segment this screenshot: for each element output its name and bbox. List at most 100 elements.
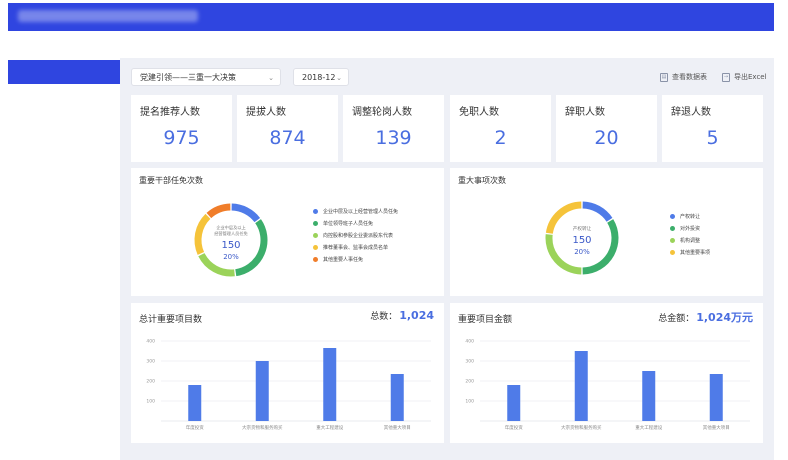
legend-label: 产权转让: [680, 214, 701, 220]
bar[interactable]: [188, 385, 202, 421]
sidebar: [8, 31, 120, 460]
bar[interactable]: [255, 361, 269, 421]
x-tick-label: 重大工程建设: [635, 424, 662, 431]
stat-value: 874: [269, 127, 306, 149]
legend-label: 推荐董事会、监事会成员名单: [323, 245, 389, 251]
appointments-panel: 重要干部任免次数 企业中层及以上 经营管理人员任免 150 20% 企业中层及以…: [131, 168, 444, 296]
total-value: 1,024万元: [696, 311, 753, 324]
donut-slice[interactable]: [206, 203, 231, 219]
legend-item: 其他重要人事任免: [313, 254, 398, 266]
donut-slice[interactable]: [231, 203, 261, 223]
legend-item: 企业中层及以上经营管理人员任免: [313, 206, 398, 218]
legend-item: 对外投资: [670, 223, 710, 235]
bar[interactable]: [390, 374, 404, 421]
total-label: 总数：: [370, 312, 398, 322]
stat-card-nominated: 提名推荐人数 975: [131, 95, 232, 162]
stat-value: 139: [375, 127, 412, 149]
stat-value: 20: [594, 127, 619, 149]
x-tick-label: 其他重大项目: [703, 424, 730, 431]
stat-value: 5: [706, 127, 719, 149]
stat-card-rotated: 调整轮岗人数 139: [343, 95, 444, 162]
category-select[interactable]: 党建引领——三重一大决策 ⌄: [131, 68, 281, 86]
legend-label: 其他重要事项: [680, 250, 711, 256]
category-select-value: 党建引领——三重一大决策: [140, 73, 236, 82]
total-amount-summary: 总金额： 1,024万元: [658, 309, 753, 325]
stat-value: 975: [163, 127, 200, 149]
stat-card-dismissed: 辞退人数 5: [662, 95, 763, 162]
export-icon: →: [722, 72, 730, 82]
export-excel-label: 导出Excel: [734, 73, 767, 81]
panel-title: 总计重要项目数: [139, 315, 203, 325]
bar[interactable]: [574, 351, 588, 421]
total-label: 总金额：: [658, 314, 695, 324]
stat-label: 提拔人数: [246, 107, 286, 118]
x-tick-label: 其他重大项目: [384, 424, 411, 431]
y-tick-label: 200: [146, 379, 155, 385]
y-tick-label: 100: [465, 399, 474, 405]
donut-slice[interactable]: [582, 201, 613, 222]
legend-dot: [313, 233, 318, 238]
stat-card-promoted: 提拔人数 874: [237, 95, 338, 162]
chevron-down-icon: ⌄: [268, 74, 274, 82]
legend-dot: [313, 245, 318, 250]
stat-value: 2: [494, 127, 507, 149]
sub-header: [120, 31, 774, 58]
table-icon: ▤: [660, 72, 668, 82]
stat-label: 辞职人数: [565, 107, 605, 118]
stat-label: 调整轮岗人数: [352, 107, 412, 118]
donut-center-value: 150: [221, 240, 240, 251]
app-logo[interactable]: [18, 10, 198, 22]
legend-label: 向控股和参股企业委派股东代表: [323, 233, 394, 239]
legend-label: 其他重要人事任免: [323, 257, 364, 263]
legend-item: 向控股和参股企业委派股东代表: [313, 230, 398, 242]
view-data-table-label: 查看数据表: [672, 73, 707, 81]
export-excel-button[interactable]: → 导出Excel: [722, 70, 767, 84]
appointments-legend: 企业中层及以上经营管理人员任免 单位领导班子人员任免 向控股和参股企业委派股东代…: [313, 206, 398, 266]
legend-dot: [313, 257, 318, 262]
bar[interactable]: [323, 348, 337, 421]
y-tick-label: 100: [146, 399, 155, 405]
donut-center-label: 产权转让: [573, 225, 592, 232]
view-data-table-button[interactable]: ▤ 查看数据表: [660, 70, 707, 84]
y-tick-label: 400: [465, 339, 474, 345]
panel-title: 重大事项次数: [458, 176, 506, 185]
stat-label: 辞退人数: [671, 107, 711, 118]
project-amount-panel: 重要项目金额 总金额： 1,024万元 100 200 300 400 年度投资 大宗货物和…: [450, 303, 763, 443]
stat-card-removed: 免职人数 2: [450, 95, 551, 162]
y-tick-label: 300: [465, 359, 474, 365]
appointments-donut-chart: 企业中层及以上 经营管理人员任免 150 20%: [194, 203, 268, 277]
y-tick-label: 400: [146, 339, 155, 345]
total-projects-summary: 总数： 1,024: [370, 309, 434, 322]
date-select-value: 2018-12: [302, 73, 336, 82]
donut-slice[interactable]: [194, 213, 211, 255]
date-select[interactable]: 2018-12 ⌄: [293, 68, 349, 86]
panel-title: 重要项目金额: [458, 315, 513, 325]
bar[interactable]: [642, 371, 656, 421]
legend-dot: [670, 226, 675, 231]
bar[interactable]: [507, 385, 521, 421]
stat-label: 免职人数: [459, 107, 499, 118]
bar[interactable]: [709, 374, 723, 421]
donut-center-value: 150: [572, 235, 591, 246]
y-tick-label: 300: [146, 359, 155, 365]
sidebar-item-active[interactable]: [8, 60, 120, 84]
stat-label: 提名推荐人数: [140, 107, 200, 118]
total-projects-panel: 总计重要项目数 总数： 1,024 100 200 300 400 年度投资 大宗货物和服务…: [131, 303, 444, 443]
legend-label: 企业中层及以上经营管理人员任免: [323, 209, 399, 215]
legend-label: 单位领导班子人员任免: [323, 221, 374, 227]
major-matters-donut-chart: 产权转让 150 20%: [545, 201, 619, 275]
major-matters-legend: 产权转让 对外投资 机构调整 其他重要事项: [670, 211, 710, 259]
legend-item: 机构调整: [670, 235, 710, 247]
legend-dot: [670, 250, 675, 255]
legend-item: 产权转让: [670, 211, 710, 223]
legend-dot: [313, 209, 318, 214]
y-tick-label: 200: [465, 379, 474, 385]
x-tick-label: 重大工程建设: [316, 424, 343, 431]
total-projects-bar-chart: 100 200 300 400 年度投资 大宗货物和服务购买 重大工程建设 其他重大项目: [146, 339, 431, 431]
legend-label: 机构调整: [680, 238, 701, 244]
total-value: 1,024: [399, 309, 434, 322]
legend-dot: [670, 214, 675, 219]
panel-title: 重要干部任免次数: [139, 176, 203, 185]
chevron-down-icon: ⌄: [336, 74, 342, 82]
major-matters-panel: 重大事项次数 产权转让 150 20% 产权转让 对外投资 机构调整 其他重要事…: [450, 168, 763, 296]
